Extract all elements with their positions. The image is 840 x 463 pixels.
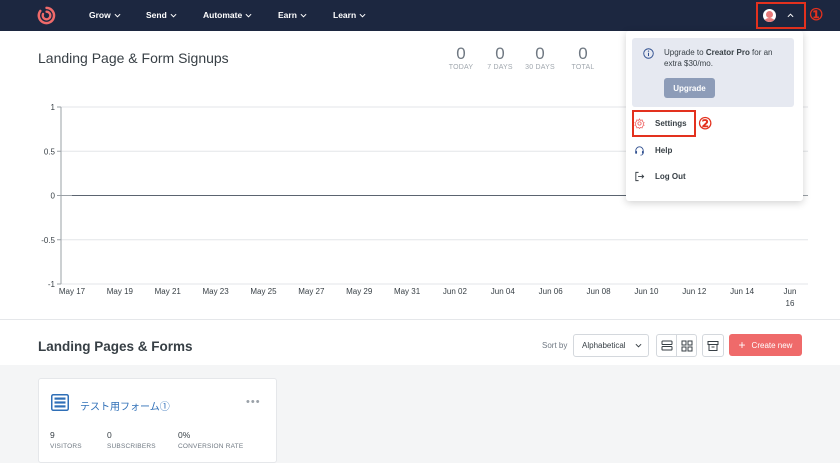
upgrade-prefix: Upgrade to bbox=[664, 48, 706, 57]
stat-today: 0 TODAY bbox=[443, 44, 479, 71]
account-menu-button[interactable] bbox=[756, 2, 806, 29]
nav-automate-label: Automate bbox=[203, 10, 243, 20]
menu-item-logout[interactable]: Log Out bbox=[634, 165, 686, 187]
sort-select[interactable]: Alphabetical bbox=[573, 334, 649, 357]
page-title: Landing Page & Form Signups bbox=[38, 50, 229, 66]
x-tick-label: May 21 bbox=[155, 287, 182, 296]
chevron-down-icon bbox=[245, 13, 252, 18]
create-new-button[interactable]: + Create new bbox=[729, 334, 802, 356]
section-divider bbox=[0, 319, 840, 320]
x-tick-label: May 23 bbox=[202, 287, 229, 296]
grid-view-button[interactable] bbox=[676, 334, 697, 357]
x-tick-label: Jun 14 bbox=[730, 287, 755, 296]
nav-send[interactable]: Send bbox=[146, 0, 177, 31]
x-tick-label: Jun 08 bbox=[587, 287, 612, 296]
more-options-icon[interactable]: ••• bbox=[246, 396, 261, 408]
form-icon bbox=[51, 394, 69, 411]
chevron-down-icon bbox=[359, 13, 366, 18]
chevron-down-icon bbox=[170, 13, 177, 18]
step-1-marker: ① bbox=[809, 7, 824, 24]
y-tick-label: 0.5 bbox=[44, 147, 56, 156]
logout-icon bbox=[635, 171, 645, 181]
x-tick-label: Jun bbox=[784, 287, 797, 296]
create-new-label: Create new bbox=[751, 340, 793, 350]
chevron-up-icon bbox=[787, 13, 794, 18]
stat-label: TOTAL bbox=[571, 64, 595, 71]
list-view-button[interactable] bbox=[656, 334, 677, 357]
stat-label: TODAY bbox=[448, 64, 474, 71]
x-tick-label: Jun 02 bbox=[443, 287, 468, 296]
settings-highlight-box bbox=[632, 110, 696, 137]
nav-grow-label: Grow bbox=[89, 10, 111, 20]
archive-button[interactable] bbox=[702, 334, 724, 357]
upgrade-button[interactable]: Upgrade bbox=[664, 78, 715, 98]
y-tick-label: -1 bbox=[48, 280, 56, 289]
top-nav: Grow Send Automate Earn Learn ① bbox=[0, 0, 840, 31]
nav-grow[interactable]: Grow bbox=[89, 0, 121, 31]
nav-automate[interactable]: Automate bbox=[203, 0, 252, 31]
form-stat-label: SUBSCRIBERS bbox=[107, 443, 156, 450]
stat-value: 0 bbox=[495, 44, 505, 63]
form-stat-conversion: 0% CONVERSION RATE bbox=[178, 430, 243, 450]
menu-item-help[interactable]: Help bbox=[634, 139, 672, 161]
sort-label: Sort by bbox=[542, 341, 568, 350]
form-stat-value: 0 bbox=[107, 430, 112, 440]
step-2-marker: ② bbox=[698, 116, 713, 133]
chevron-down-icon bbox=[300, 13, 307, 18]
form-stat-visitors: 9 VISITORS bbox=[50, 430, 82, 450]
headset-icon bbox=[635, 145, 644, 155]
stat-value: 0 bbox=[535, 44, 545, 63]
nav-send-label: Send bbox=[146, 10, 167, 20]
y-tick-label: 1 bbox=[51, 103, 56, 112]
chevron-down-icon bbox=[635, 343, 642, 348]
stat-value: 0 bbox=[456, 44, 466, 63]
x-tick-label: May 31 bbox=[394, 287, 421, 296]
nav-learn-label: Learn bbox=[333, 10, 357, 20]
x-tick-label: Jun 06 bbox=[539, 287, 564, 296]
section-title: Landing Pages & Forms bbox=[38, 339, 193, 354]
upgrade-plan: Creator Pro bbox=[705, 48, 750, 57]
nav-learn[interactable]: Learn bbox=[333, 0, 366, 31]
plus-icon: + bbox=[738, 338, 746, 352]
list-view-icon bbox=[661, 340, 672, 351]
stat-label: 7 DAYS bbox=[487, 64, 513, 71]
form-stat-subscribers: 0 SUBSCRIBERS bbox=[107, 430, 156, 450]
stat-label: 30 DAYS bbox=[525, 64, 555, 71]
y-tick-label: 0 bbox=[51, 192, 56, 201]
menu-item-label: Help bbox=[655, 145, 673, 155]
nav-earn[interactable]: Earn bbox=[278, 0, 307, 31]
x-tick-label: Jun 04 bbox=[491, 287, 516, 296]
x-tick-label: Jun 12 bbox=[682, 287, 707, 296]
form-stat-label: CONVERSION RATE bbox=[178, 443, 244, 450]
nav-earn-label: Earn bbox=[278, 10, 297, 20]
y-tick-label: -0.5 bbox=[41, 236, 55, 245]
stat-total: 0 TOTAL bbox=[565, 44, 601, 71]
upgrade-text: Upgrade to Creator Pro for an extra $30/… bbox=[664, 47, 788, 69]
stat-7-days: 0 7 DAYS bbox=[482, 44, 518, 71]
stat-30-days: 0 30 DAYS bbox=[522, 44, 558, 71]
x-tick-label: Jun 10 bbox=[634, 287, 659, 296]
x-tick-label: May 29 bbox=[346, 287, 373, 296]
chevron-down-icon bbox=[114, 13, 121, 18]
form-card[interactable]: テスト用フォーム① ••• 9 VISITORS 0 SUBSCRIBERS 0… bbox=[38, 378, 277, 463]
x-tick-label: May 17 bbox=[59, 287, 86, 296]
archive-icon bbox=[707, 340, 719, 351]
upgrade-banner: Upgrade to Creator Pro for an extra $30/… bbox=[632, 38, 794, 107]
logo-icon[interactable] bbox=[37, 6, 56, 25]
avatar bbox=[763, 9, 776, 22]
form-stat-label: VISITORS bbox=[50, 443, 82, 450]
info-icon bbox=[643, 48, 654, 59]
x-tick-label: May 27 bbox=[298, 287, 325, 296]
menu-item-label: Log Out bbox=[655, 171, 686, 181]
x-tick-label: 16 bbox=[786, 299, 795, 308]
x-tick-label: May 25 bbox=[250, 287, 277, 296]
form-stat-value: 9 bbox=[50, 430, 55, 440]
sort-value: Alphabetical bbox=[582, 341, 626, 350]
form-name[interactable]: テスト用フォーム① bbox=[80, 398, 170, 413]
x-tick-label: May 19 bbox=[107, 287, 134, 296]
form-stat-value: 0% bbox=[178, 430, 191, 440]
stat-value: 0 bbox=[578, 44, 588, 63]
grid-view-icon bbox=[681, 340, 692, 351]
